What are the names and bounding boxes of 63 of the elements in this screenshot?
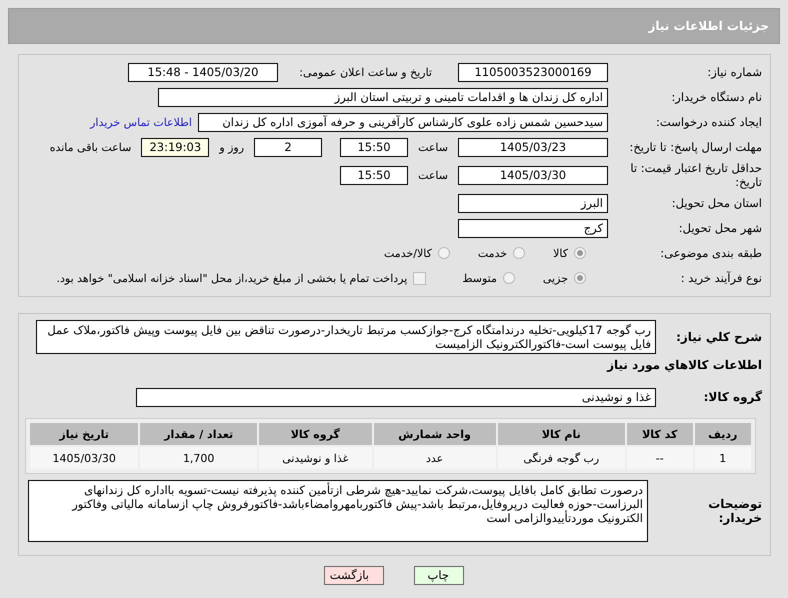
table-cell: 1,700 xyxy=(140,447,258,469)
table-cell: 1 xyxy=(694,447,751,469)
time-label: ساعت xyxy=(418,140,448,154)
goods-group-field: غذا و نوشیدنی xyxy=(136,388,656,406)
buyer-notes-textarea[interactable]: درصورت تطابق کامل بافایل پیوست،شرکت نمایید-هیچ شرطی ازتأمین کننده پذیرفته نیست-تسویه بااداره کل زندانهای البرزاست-حوزه فعالیت درپروفایل،مرتبط باشد-پیش فاکتوربامهروامضاءباشد-فاکتورفروش چاپ ازسامانه مالیاتی وفاکتور الکترونیک موردتأییدوالزامی است xyxy=(28,480,648,542)
radio-button[interactable] xyxy=(502,272,515,284)
field-label: نوع فرآیند خرید : xyxy=(680,271,762,285)
need-number-field: 1105003523000169 xyxy=(458,62,608,82)
table-cell: 1405/03/30 xyxy=(30,447,138,469)
table-cell: عدد xyxy=(374,447,496,469)
field-label: ایجاد کننده درخواست: xyxy=(655,115,762,129)
print-button[interactable]: چاپ xyxy=(414,566,464,585)
column-header: ردیف xyxy=(694,423,751,445)
radio-label: متوسط xyxy=(462,272,497,284)
checkbox-label: پرداخت تمام یا بخشی از مبلغ خرید،از محل "اسناد خزانه اسلامی" خواهد بود. xyxy=(56,272,408,284)
field-label: توضیحات خریدار: xyxy=(707,497,762,525)
column-header: نام کالا xyxy=(498,423,625,445)
column-header: تعداد / مقدار xyxy=(140,423,258,445)
radio-button[interactable] xyxy=(574,247,586,259)
deadline-date-field: 1405/03/23 xyxy=(458,138,608,156)
validity-time-field: 15:50 xyxy=(340,166,408,184)
column-header: واحد شمارش xyxy=(374,423,496,445)
radio-label: خدمت xyxy=(478,246,508,260)
description-textarea[interactable]: رب گوجه 17کیلویی-تخلیه درندامتگاه کرج-جوازکسب مرتبط تاریخدار-درصورت تناقض بین فایل پیوست وپیش فاکتور،ملاک عمل فایل پیوست است-فاکتورالکترونیک الزامیست xyxy=(36,320,656,354)
days-label: روز و xyxy=(219,140,244,154)
buyer-contact-link[interactable]: اطلاعات تماس خریدار xyxy=(90,116,192,128)
remaining-label: ساعت باقی مانده xyxy=(50,140,132,154)
field-label: گروه کالا: xyxy=(702,390,762,404)
creator-field: سیدحسین شمس زاده علوی کارشناس کارآفرینی و حرفه آموزی اداره کل زندان xyxy=(198,112,608,132)
radio-label: کالا/خدمت xyxy=(384,246,432,260)
remaining-time-field: 23:19:03 xyxy=(141,138,210,156)
back-button[interactable]: بازگشت xyxy=(324,566,384,585)
field-label: استان محل تحویل: xyxy=(670,196,762,210)
column-header: گروه کالا xyxy=(259,423,372,445)
field-label: مهلت ارسال پاسخ: تا تاریخ: xyxy=(628,140,762,154)
section-heading: اطلاعات کالاهاي مورد نياز xyxy=(606,358,762,372)
radio-button[interactable] xyxy=(574,272,586,284)
field-label: نام دستگاه خریدار: xyxy=(670,90,762,104)
province-field: البرز xyxy=(458,194,608,212)
time-label: ساعت xyxy=(418,168,448,182)
deadline-time-field: 15:50 xyxy=(340,138,408,156)
field-label: شهر محل تحویل: xyxy=(678,221,762,235)
table-cell: رب گوجه فرنگی xyxy=(498,447,625,469)
table-cell: -- xyxy=(626,447,693,469)
days-field: 2 xyxy=(254,138,322,156)
field-label: حداقل تاریخ اعتبار قیمت: تا تاریخ: xyxy=(629,161,762,189)
field-label: شماره نیاز: xyxy=(706,65,762,79)
table-cell: غذا و نوشیدنی xyxy=(259,447,372,469)
checkbox[interactable] xyxy=(413,272,426,284)
radio-label: کالا xyxy=(553,246,568,260)
radio-label: جزیی xyxy=(542,272,568,284)
field-label: تاریخ و ساعت اعلان عمومی: xyxy=(298,66,432,78)
announce-date-field: 1405/03/20 - 15:48 xyxy=(128,62,278,82)
radio-button[interactable] xyxy=(513,247,526,259)
city-field: کرج xyxy=(458,218,608,238)
column-header: کد کالا xyxy=(626,423,693,445)
field-label: طبقه بندی موضوعی: xyxy=(659,246,762,260)
validity-date-field: 1405/03/30 xyxy=(458,166,608,184)
buyer-org-field: اداره کل زندان ها و اقدامات تامینی و تربیتی استان البرز xyxy=(158,88,608,106)
radio-button[interactable] xyxy=(438,247,450,259)
field-label: شرح کلي نياز: xyxy=(675,330,762,344)
column-header: تاریخ نیاز xyxy=(30,423,138,445)
page-title: جزئیات اطلاعات نیاز xyxy=(648,19,769,33)
